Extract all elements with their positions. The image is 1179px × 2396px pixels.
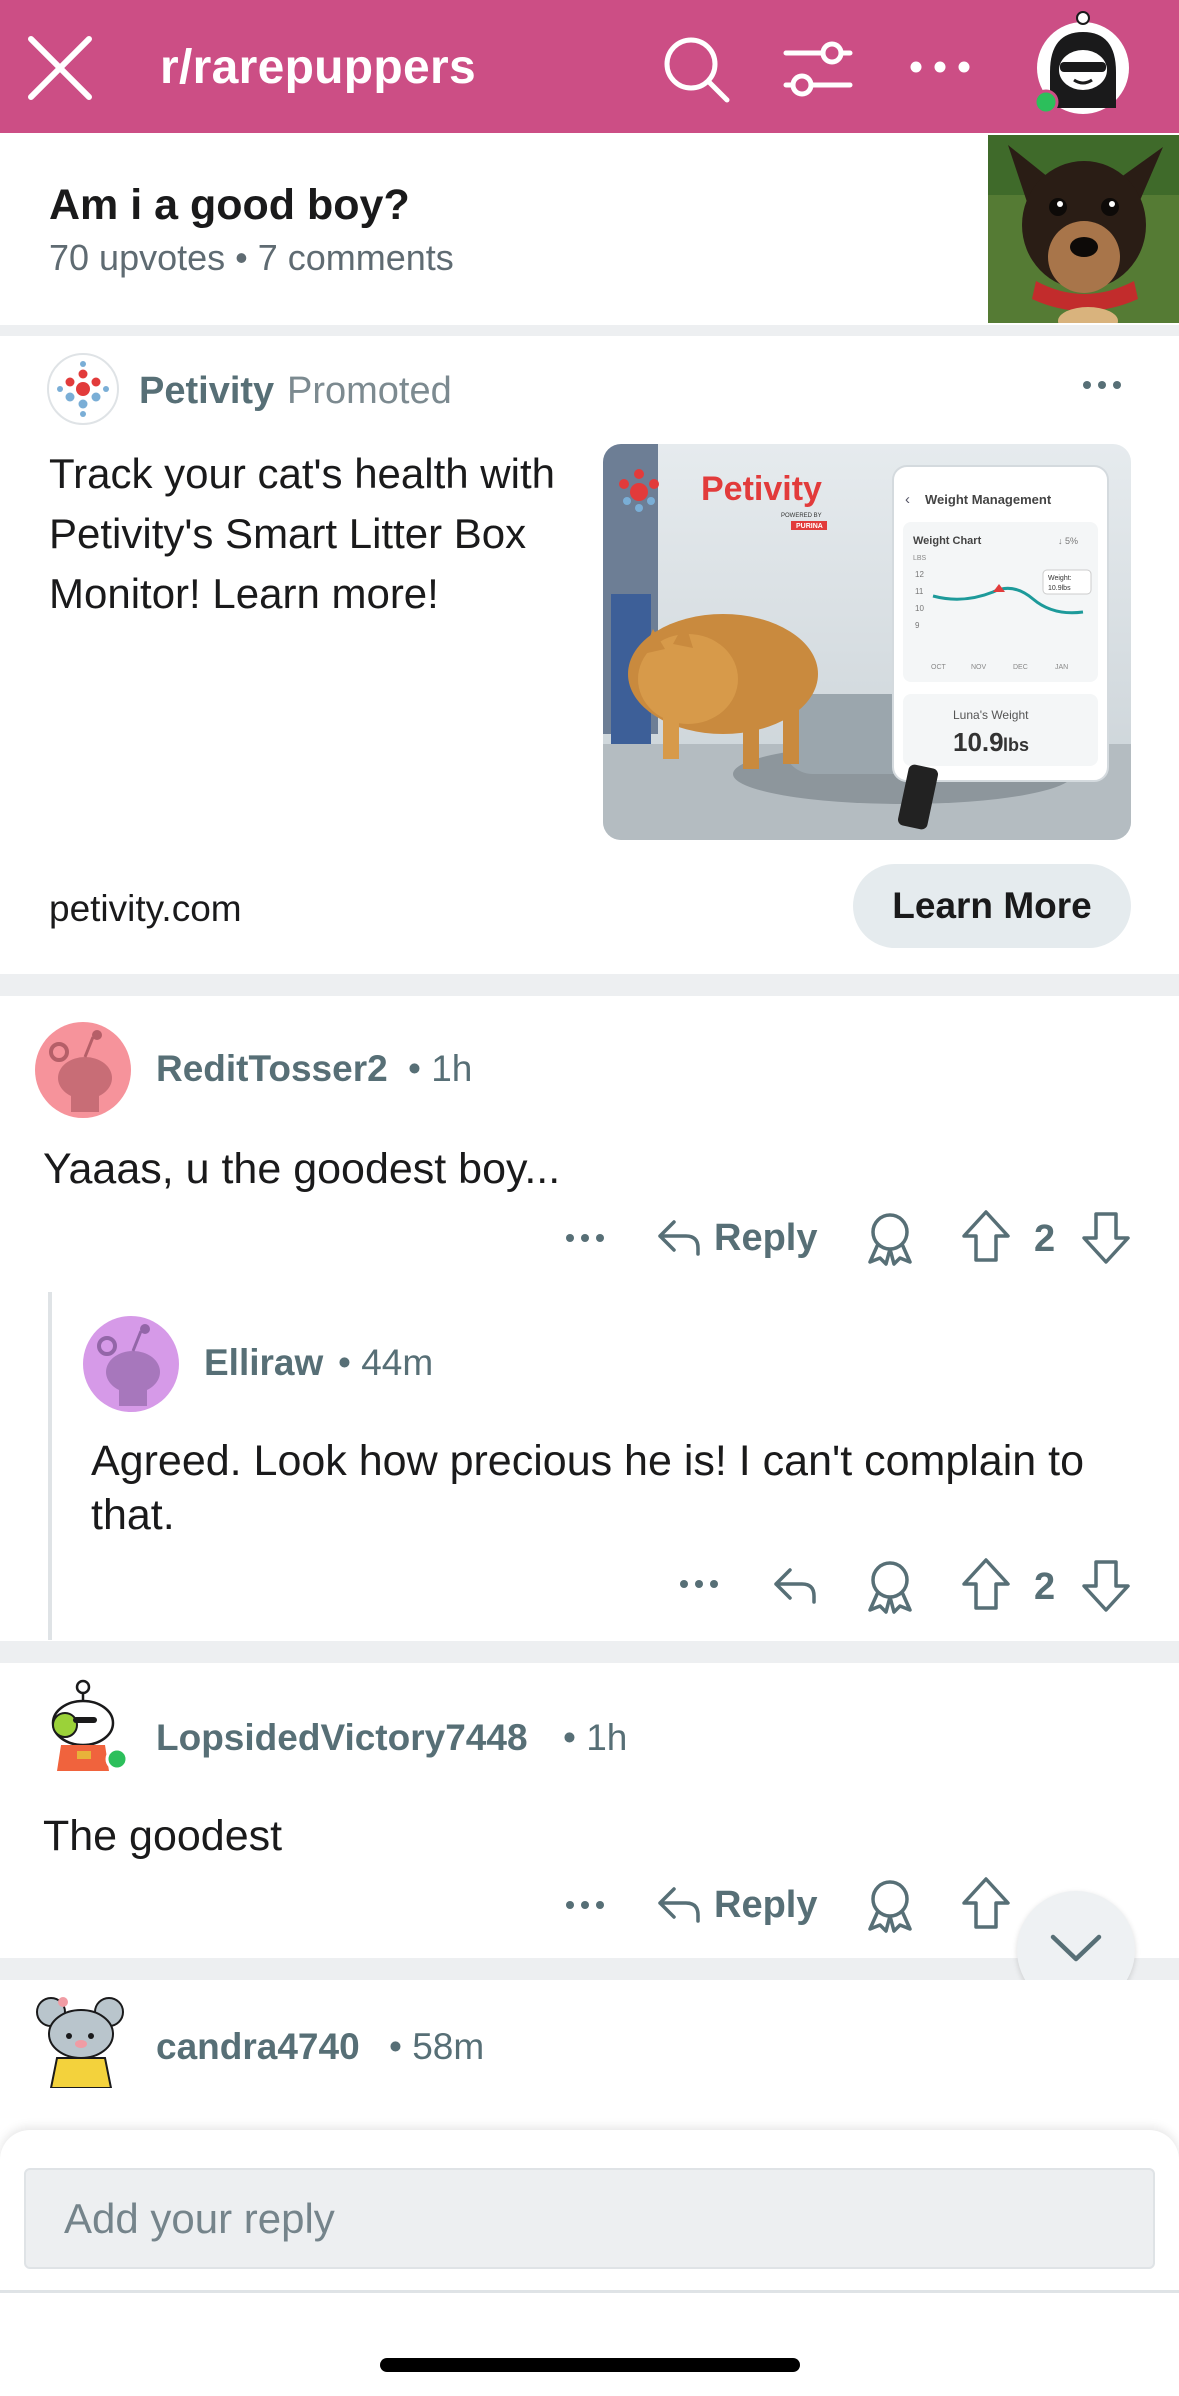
award-icon[interactable]: [864, 1877, 916, 1933]
vote-count: 2: [1034, 1566, 1056, 1608]
post-thumbnail[interactable]: [988, 135, 1179, 323]
top-bar: r/rarepuppers: [0, 0, 1179, 133]
award-icon[interactable]: [864, 1558, 916, 1614]
svg-text:10: 10: [915, 604, 924, 613]
comment-thread: LopsidedVictory7448 • 1h The goodest Rep…: [0, 1663, 1179, 1958]
divider: [0, 1641, 1179, 1663]
svg-text:DEC: DEC: [1013, 664, 1028, 671]
more-options-icon[interactable]: [565, 1899, 605, 1911]
comment-username[interactable]: ReditTosser2: [156, 1048, 388, 1090]
comment-username[interactable]: Elliraw: [204, 1342, 323, 1384]
svg-text:POWERED BY: POWERED BY: [781, 513, 822, 519]
comment-body: Yaaas, u the goodest boy...: [43, 1145, 561, 1193]
reddit-avatar[interactable]: [35, 1677, 131, 1773]
search-icon[interactable]: [660, 33, 732, 105]
comment-body: The goodest: [43, 1812, 283, 1860]
learn-more-button[interactable]: Learn More: [853, 864, 1131, 948]
post-title[interactable]: Am i a good boy?: [49, 181, 410, 230]
svg-text:10.9lbs: 10.9lbs: [1048, 585, 1071, 592]
downvote-icon[interactable]: [1080, 1210, 1132, 1266]
comment-thread: ReditTosser2 • 1h Yaaas, u the goodest b…: [0, 996, 1179, 1641]
reply-icon[interactable]: [770, 1558, 822, 1614]
thread-line[interactable]: [48, 1292, 52, 1640]
svg-text:LBS: LBS: [913, 555, 927, 562]
svg-text:PURINA: PURINA: [796, 523, 823, 530]
comment-username[interactable]: LopsidedVictory7448: [156, 1717, 528, 1759]
reply-button[interactable]: Reply: [656, 1877, 817, 1933]
more-options-icon[interactable]: [679, 1578, 719, 1590]
svg-text:JAN: JAN: [1055, 664, 1068, 671]
ad-image[interactable]: Petivity POWERED BY PURINA ‹ Weight Mana…: [603, 444, 1131, 840]
home-indicator[interactable]: [380, 2358, 800, 2372]
close-icon[interactable]: [27, 35, 93, 101]
ad-brand[interactable]: Petivity: [139, 370, 274, 413]
subreddit-title[interactable]: r/rarepuppers: [160, 40, 476, 95]
user-avatar[interactable]: [1030, 10, 1136, 116]
comment-time: • 44m: [338, 1342, 434, 1383]
reply-label: Reply: [714, 1216, 818, 1259]
phone-panel: ‹ Weight Management Weight Chart ↓ 5% LB…: [892, 465, 1109, 782]
more-options-icon[interactable]: [565, 1232, 605, 1244]
svg-text:Weight:: Weight:: [1048, 575, 1072, 582]
svg-text:OCT: OCT: [931, 664, 947, 671]
reply-label: Reply: [714, 1883, 818, 1926]
svg-text:11: 11: [915, 587, 924, 596]
svg-text:12: 12: [915, 570, 924, 579]
reply-button[interactable]: Reply: [656, 1210, 817, 1266]
svg-text:Weight Chart: Weight Chart: [913, 535, 982, 547]
upvote-icon[interactable]: [960, 1208, 1012, 1264]
upvote-icon[interactable]: [960, 1556, 1012, 1612]
reply-input[interactable]: [24, 2168, 1155, 2269]
comment-thread: candra4740 • 58m: [0, 1980, 1179, 2130]
promoted-label: Promoted: [287, 370, 452, 412]
reply-bar: [0, 2130, 1179, 2396]
reddit-avatar[interactable]: [33, 1992, 129, 2088]
upvote-icon[interactable]: [960, 1875, 1012, 1931]
divider: [0, 2290, 1179, 2293]
reddit-avatar[interactable]: [83, 1316, 179, 1412]
svg-text:lbs: lbs: [1003, 735, 1029, 755]
chevron-down-icon: [1050, 1934, 1102, 1962]
reply-icon: [658, 1220, 700, 1256]
comment-body: Agreed. Look how precious he is! I can't…: [91, 1437, 1084, 1539]
ad-more-icon[interactable]: [1082, 378, 1122, 392]
divider: [0, 1958, 1179, 1980]
award-icon[interactable]: [864, 1210, 916, 1266]
svg-text:9: 9: [915, 621, 920, 630]
filter-icon[interactable]: [782, 33, 854, 105]
petivity-logo: [47, 353, 119, 425]
svg-text:10.9: 10.9: [953, 727, 1004, 757]
svg-text:NOV: NOV: [971, 664, 987, 671]
vote-count: 2: [1034, 1218, 1056, 1260]
post-header[interactable]: Am i a good boy? 70 upvotes • 7 comments: [0, 133, 1179, 325]
downvote-icon[interactable]: [1080, 1558, 1132, 1614]
svg-text:Luna's Weight: Luna's Weight: [953, 708, 1029, 722]
svg-text:Weight Management: Weight Management: [925, 492, 1052, 507]
svg-text:↓ 5%: ↓ 5%: [1058, 536, 1078, 546]
comment-time: • 58m: [389, 2026, 485, 2067]
comment-username[interactable]: candra4740: [156, 2026, 360, 2068]
ad-text[interactable]: Track your cat's health with Petivity's …: [49, 444, 579, 624]
divider: [0, 974, 1179, 996]
post-meta: 70 upvotes • 7 comments: [49, 237, 454, 278]
promoted-ad[interactable]: Petivity Promoted Track your cat's healt…: [0, 336, 1179, 974]
reddit-avatar[interactable]: [35, 1022, 131, 1118]
more-icon[interactable]: [908, 45, 972, 89]
svg-text:Petivity: Petivity: [701, 470, 822, 508]
svg-text:‹: ‹: [905, 491, 910, 508]
reply-icon: [658, 1887, 700, 1923]
comment-time: • 1h: [563, 1717, 628, 1758]
divider: [0, 325, 1179, 336]
ad-domain[interactable]: petivity.com: [49, 888, 242, 930]
comment-time: • 1h: [408, 1048, 473, 1089]
